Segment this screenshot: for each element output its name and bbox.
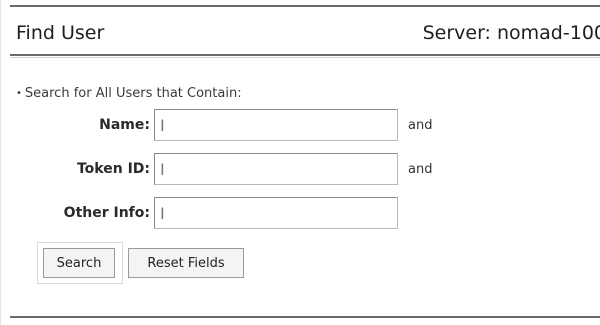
- top-divider: [10, 5, 600, 7]
- header-divider: [10, 54, 600, 56]
- server-name: Server: nomad-100: [422, 22, 600, 44]
- name-row: Name: I and: [0, 108, 600, 142]
- name-label: Name:: [99, 117, 150, 133]
- header-divider-shadow: [10, 57, 600, 58]
- other-info-row: Other Info: I: [0, 196, 600, 230]
- footer-divider: [10, 316, 600, 318]
- search-button[interactable]: Search: [43, 248, 115, 278]
- other-info-label: Other Info:: [63, 205, 150, 221]
- search-section-label: • Search for All Users that Contain:: [16, 86, 242, 101]
- page-title: Find User: [16, 22, 105, 44]
- reset-fields-button[interactable]: Reset Fields: [128, 248, 244, 278]
- find-user-window: Find User Server: nomad-100 • Search for …: [0, 0, 600, 325]
- token-id-input[interactable]: [154, 153, 398, 185]
- name-input[interactable]: [154, 109, 398, 141]
- token-id-row: Token ID: I and: [0, 152, 600, 186]
- token-id-conjunction: and: [408, 161, 433, 177]
- token-id-label: Token ID:: [76, 161, 150, 177]
- section-label-text: Search for All Users that Contain:: [24, 86, 242, 101]
- other-info-input[interactable]: [154, 197, 398, 229]
- bullet-icon: •: [16, 88, 22, 99]
- name-conjunction: and: [408, 117, 433, 133]
- header-bar: Find User Server: nomad-100: [16, 20, 600, 46]
